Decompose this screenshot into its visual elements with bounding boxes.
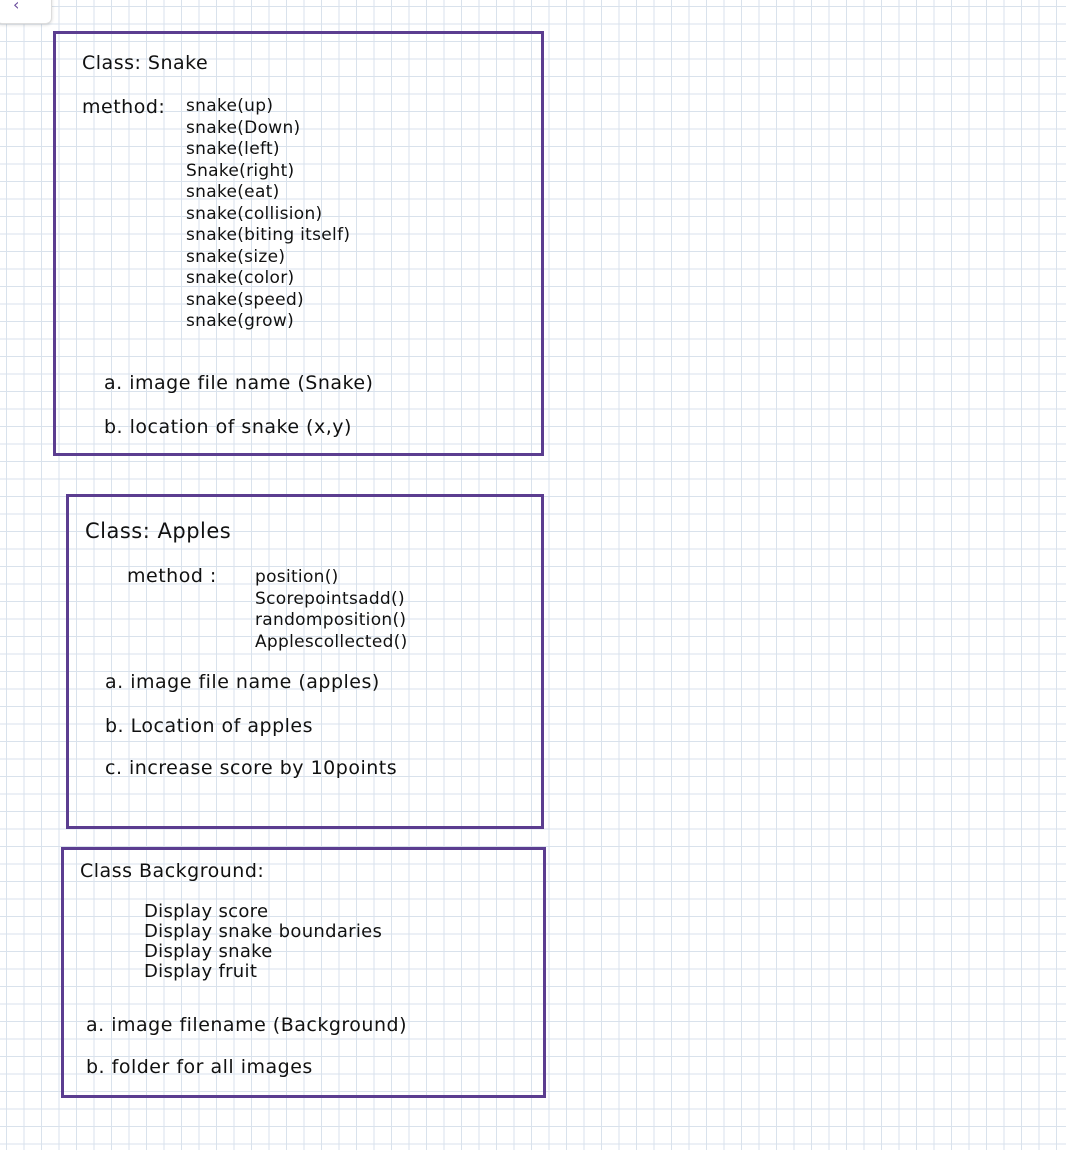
attribute-item: b. folder for all images [86,1056,313,1078]
class-title: Class Background: [80,860,265,882]
class-background-box: Class Background: Display score Display … [61,847,546,1098]
method-item: position() [255,567,339,587]
method-item: Display fruit [144,961,258,982]
attribute-item: a. image file name (Snake) [104,372,374,394]
method-item: Applescollected() [255,631,408,652]
method-item: Scorepointsadd() [255,588,405,609]
method-item: Display score [144,901,269,922]
method-label: method : [127,565,217,587]
class-title: Class: Apples [85,519,232,543]
attribute-item: b. Location of apples [105,715,314,737]
attribute-item: a. image filename (Background) [86,1014,407,1036]
method-item: snake(collision) [186,203,323,224]
method-item: randomposition() [255,610,407,630]
method-list: Display score Display snake boundaries D… [144,902,382,982]
chevron-left-icon: ‹ [13,0,20,14]
method-item: snake(speed) [186,289,304,310]
class-snake-box: Class: Snake method: snake(up) snake(Dow… [53,31,544,456]
class-title: Class: Snake [82,52,209,74]
method-item: snake(left) [186,139,280,159]
method-item: snake(grow) [186,311,295,331]
method-item: snake(up) [186,96,274,116]
attribute-item: b. location of snake (x,y) [104,416,352,438]
attribute-item: c. increase score by 10points [105,757,398,779]
method-label: method: [82,96,166,118]
class-apples-box: Class: Apples method : position() Scorep… [66,494,544,829]
method-item: Display snake boundaries [144,921,383,942]
back-button[interactable]: ‹ [0,0,52,24]
method-list: position() Scorepointsadd() randompositi… [255,567,408,653]
method-item: snake(size) [186,246,286,267]
attribute-item: a. image file name (apples) [105,671,380,693]
method-item: snake(biting itself) [186,225,351,245]
method-item: snake(color) [186,268,295,288]
method-item: snake(eat) [186,182,280,202]
method-item: Display snake [144,941,273,962]
method-list: snake(up) snake(Down) snake(left) Snake(… [186,96,350,333]
method-item: Snake(right) [186,160,295,181]
method-item: snake(Down) [186,117,301,138]
